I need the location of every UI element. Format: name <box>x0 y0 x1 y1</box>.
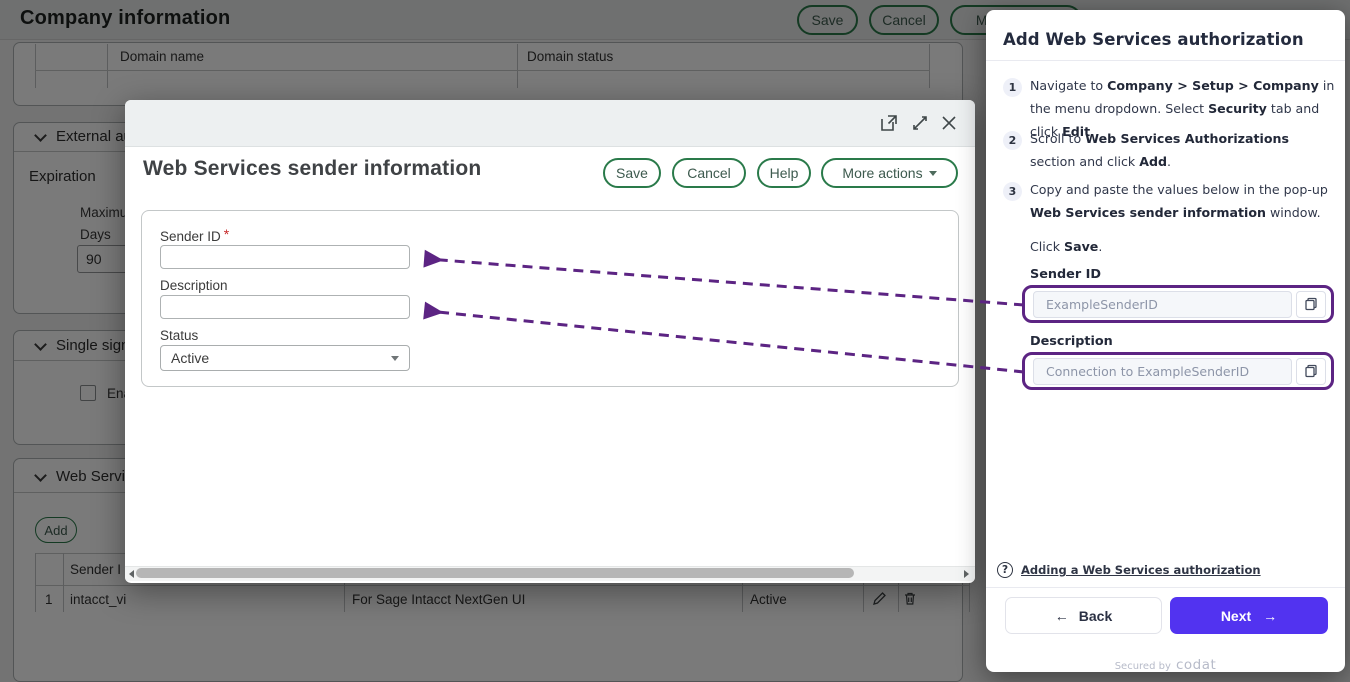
screen: Company information Save Cancel More act… <box>0 0 1350 682</box>
guide-sender-id-label: Sender ID <box>1030 267 1101 282</box>
guide-description-highlight: Connection to ExampleSenderID <box>1022 352 1334 390</box>
help-row: ? Adding a Web Services authorization <box>997 562 1261 578</box>
copy-icon <box>1304 364 1318 378</box>
panel-footer: Secured by codat <box>986 654 1345 673</box>
next-button-label: Next <box>1221 608 1251 624</box>
step-3-badge: 3 <box>1003 182 1022 201</box>
help-icon: ? <box>997 562 1013 578</box>
expand-icon[interactable] <box>909 112 931 134</box>
modal-titlebar[interactable] <box>125 100 975 147</box>
description-input[interactable] <box>160 295 410 319</box>
back-arrow-icon: ← <box>1055 608 1069 624</box>
step-3-text: Copy and paste the values below in the p… <box>1030 178 1336 224</box>
step-2-badge: 2 <box>1003 131 1022 150</box>
modal-save-button[interactable]: Save <box>603 158 661 188</box>
back-button-label: Back <box>1079 608 1112 624</box>
modal-title: Web Services sender information <box>143 157 481 181</box>
open-in-new-window-icon[interactable] <box>878 112 900 134</box>
codat-logo: codat <box>1176 657 1216 673</box>
secured-by-text: Secured by <box>1115 661 1171 672</box>
click-save-text: Click Save. <box>1030 235 1336 258</box>
guide-sender-id-highlight: ExampleSenderID <box>1022 285 1334 323</box>
status-select-value: Active <box>171 350 209 366</box>
divider <box>986 60 1345 61</box>
guide-panel: Add Web Services authorization 1 Navigat… <box>986 10 1345 672</box>
scroll-left-arrow[interactable] <box>129 570 134 578</box>
required-asterisk: * <box>221 226 229 242</box>
description-label: Description <box>160 278 228 293</box>
status-label: Status <box>160 328 198 343</box>
next-arrow-icon: → <box>1263 608 1277 624</box>
help-link[interactable]: Adding a Web Services authorization <box>1021 563 1261 577</box>
chevron-down-icon <box>929 171 937 176</box>
modal-cancel-button[interactable]: Cancel <box>672 158 746 188</box>
horizontal-scrollbar-thumb[interactable] <box>136 568 854 578</box>
copy-sender-id-button[interactable] <box>1296 291 1326 318</box>
divider <box>986 587 1345 588</box>
guide-panel-title: Add Web Services authorization <box>1003 30 1304 49</box>
guide-description-label: Description <box>1030 334 1113 349</box>
sender-id-input[interactable] <box>160 245 410 269</box>
copy-icon <box>1304 297 1318 311</box>
chevron-down-icon <box>391 356 399 361</box>
copy-description-button[interactable] <box>1296 358 1326 385</box>
sender-id-label-text: Sender ID <box>160 229 221 244</box>
sender-id-label: Sender ID* <box>160 226 229 244</box>
step-1-badge: 1 <box>1003 78 1022 97</box>
scroll-right-arrow[interactable] <box>964 570 969 578</box>
back-button[interactable]: ← Back <box>1005 597 1162 634</box>
modal-help-button[interactable]: Help <box>757 158 811 188</box>
guide-sender-id-value: ExampleSenderID <box>1033 291 1292 318</box>
modal-more-actions-button[interactable]: More actions <box>821 158 958 188</box>
status-select[interactable]: Active <box>160 345 410 371</box>
guide-description-value: Connection to ExampleSenderID <box>1033 358 1292 385</box>
step-2-text: Scroll to Web Services Authorizations se… <box>1030 127 1336 173</box>
next-button[interactable]: Next → <box>1170 597 1328 634</box>
sender-information-modal: Web Services sender information Save Can… <box>125 100 975 583</box>
modal-more-actions-label: More actions <box>842 165 922 181</box>
close-icon[interactable] <box>938 112 960 134</box>
